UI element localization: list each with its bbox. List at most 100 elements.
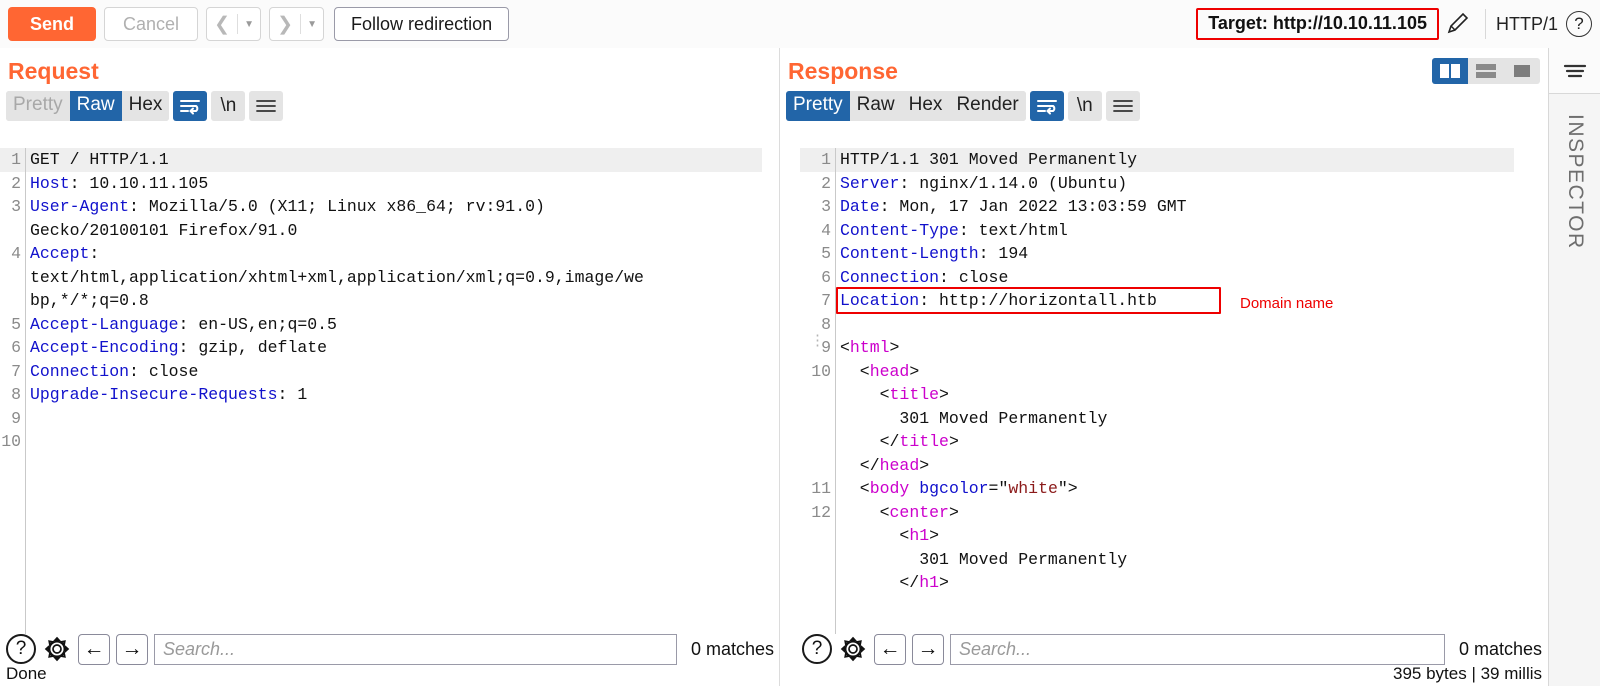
inspector-hamburger-icon[interactable]	[1549, 48, 1600, 94]
tab-response-hex[interactable]: Hex	[901, 91, 950, 121]
tab-response-pretty[interactable]: Pretty	[786, 91, 850, 121]
request-hamburger-icon[interactable]	[249, 91, 284, 121]
code-line: HTTP/1.1 301 Moved Permanently	[840, 148, 1514, 172]
code-token: h1	[909, 526, 930, 545]
request-search-input[interactable]	[163, 638, 676, 660]
inspector-rail: INSPECTOR	[1548, 48, 1600, 686]
code-line: Connection: close	[840, 266, 1514, 290]
code-token: title	[899, 432, 949, 451]
send-button[interactable]: Send	[8, 7, 97, 41]
request-find-bar: ? ← → 0 matches	[0, 632, 780, 666]
response-hamburger-icon[interactable]	[1105, 91, 1140, 121]
request-search-box[interactable]	[154, 633, 677, 665]
gear-icon[interactable]	[838, 634, 868, 664]
code-token: User-Agent	[30, 197, 130, 216]
code-token: html	[849, 338, 890, 357]
tab-request-hex[interactable]: Hex	[121, 91, 170, 121]
code-line: User-Agent: Mozilla/5.0 (X11; Linux x86_…	[30, 195, 762, 219]
code-token: body	[869, 479, 910, 498]
line-number: 3	[821, 197, 831, 216]
code-token: : 194	[978, 244, 1029, 263]
chevron-right-icon[interactable]: ❯	[270, 8, 300, 40]
code-token: bp,*/*;q=0.8	[30, 291, 149, 310]
line-number: 1	[11, 150, 21, 169]
code-line: 301 Moved Permanently	[840, 407, 1514, 431]
request-code-area[interactable]: 1 2 3 4 5 6 7 8 9 10 GET / HTTP/1.1 Host: 10.10.11…	[0, 148, 762, 634]
tab-request-raw[interactable]: Raw	[69, 91, 122, 121]
request-tabbar: Pretty Raw Hex \n	[0, 89, 780, 125]
response-search-box[interactable]	[950, 633, 1445, 665]
code-line: Accept-Language: en-US,en;q=0.5	[30, 313, 762, 337]
fold-handle-icon[interactable]: ⋮	[810, 330, 825, 354]
code-token: Accept	[30, 244, 90, 263]
code-line: text/html,application/xhtml+xml,applicat…	[30, 266, 762, 290]
response-pane: Response Pretty Raw Hex Render \n 1 2 3 …	[780, 48, 1548, 686]
find-next-button[interactable]: →	[912, 633, 944, 665]
layout-split-vertical-button[interactable]	[1432, 58, 1468, 84]
line-number: 11	[811, 479, 831, 498]
layout-single-pane-button[interactable]	[1504, 58, 1540, 84]
request-editor[interactable]: 1 2 3 4 5 6 7 8 9 10 GET / HTTP/1.1 Host: 10.10.11…	[0, 148, 762, 634]
line-number: 2	[821, 173, 831, 193]
word-wrap-icon[interactable]	[173, 91, 208, 121]
newline-toggle-button[interactable]: \n	[1067, 91, 1102, 121]
tab-response-raw[interactable]: Raw	[849, 91, 902, 121]
response-editor[interactable]: 1 2 3 4 5 6 7 8 9 10 11 12 HTTP/1.1 301 Moved Perma…	[800, 148, 1514, 634]
tab-request-pretty[interactable]: Pretty	[6, 91, 70, 121]
code-line: Content-Length: 194	[840, 242, 1514, 266]
line-number	[0, 289, 21, 313]
response-search-input[interactable]	[959, 638, 1444, 660]
pencil-icon[interactable]	[1441, 7, 1475, 41]
response-code-area[interactable]: 1 2 3 4 5 6 7 8 9 10 11 12 HTTP/1.1 301 Moved Perma…	[800, 148, 1514, 634]
code-line: bp,*/*;q=0.8	[30, 289, 762, 313]
code-token: bgcolor	[919, 479, 989, 498]
forward-nav-group[interactable]: ❯ ▼	[269, 7, 325, 41]
line-number	[0, 266, 21, 290]
line-number: 10	[811, 361, 831, 381]
code-token: head	[869, 361, 910, 381]
find-previous-button[interactable]: ←	[78, 633, 110, 665]
line-number: 1	[821, 150, 831, 169]
code-line: <center>	[840, 501, 1514, 525]
question-circle-icon[interactable]: ?	[6, 634, 36, 664]
cancel-button[interactable]: Cancel	[104, 7, 199, 41]
question-circle-icon[interactable]: ?	[1566, 11, 1592, 37]
response-status: 395 bytes | 39 millis	[1393, 664, 1542, 683]
code-line: Accept:	[30, 242, 762, 266]
http-version-label: HTTP/1	[1495, 13, 1558, 34]
code-token: Connection	[30, 361, 130, 381]
chevron-down-icon[interactable]: ▼	[301, 8, 323, 40]
code-token: head	[879, 455, 920, 475]
line-number: 4	[821, 220, 831, 240]
code-token: Accept-Encoding	[30, 338, 179, 357]
code-token: >	[939, 573, 949, 592]
code-token: :	[89, 244, 100, 263]
follow-redirection-button[interactable]: Follow redirection	[334, 7, 510, 41]
find-previous-button[interactable]: ←	[874, 633, 906, 665]
newline-toggle-button[interactable]: \n	[211, 91, 246, 121]
line-number: 8	[11, 385, 21, 404]
code-line: <title>	[840, 383, 1514, 407]
find-next-button[interactable]: →	[116, 633, 148, 665]
code-token: : nginx/1.14.0 (Ubuntu)	[899, 173, 1128, 193]
code-token: >	[919, 455, 930, 475]
code-line: Host: 10.10.11.105	[30, 172, 762, 196]
word-wrap-icon[interactable]	[1029, 91, 1064, 121]
response-match-count: 0 matches	[1458, 638, 1542, 659]
code-line: <h1>	[840, 524, 1514, 548]
line-number	[800, 548, 831, 572]
chevron-down-icon[interactable]: ▼	[238, 8, 260, 40]
gear-icon[interactable]	[42, 634, 72, 664]
line-number: 6	[11, 338, 21, 357]
layout-split-horizontal-button[interactable]	[1468, 58, 1504, 84]
newline-label: \n	[1076, 95, 1093, 116]
tab-response-render[interactable]: Render	[949, 91, 1026, 121]
question-circle-icon[interactable]: ?	[802, 634, 832, 664]
chevron-left-icon[interactable]: ❮	[207, 8, 237, 40]
code-token: Upgrade-Insecure-Requests	[30, 385, 278, 404]
inspector-label[interactable]: INSPECTOR	[1549, 106, 1600, 406]
toolbar-divider	[1484, 9, 1486, 39]
back-nav-group[interactable]: ❮ ▼	[206, 7, 262, 41]
code-token: h1	[919, 573, 940, 592]
